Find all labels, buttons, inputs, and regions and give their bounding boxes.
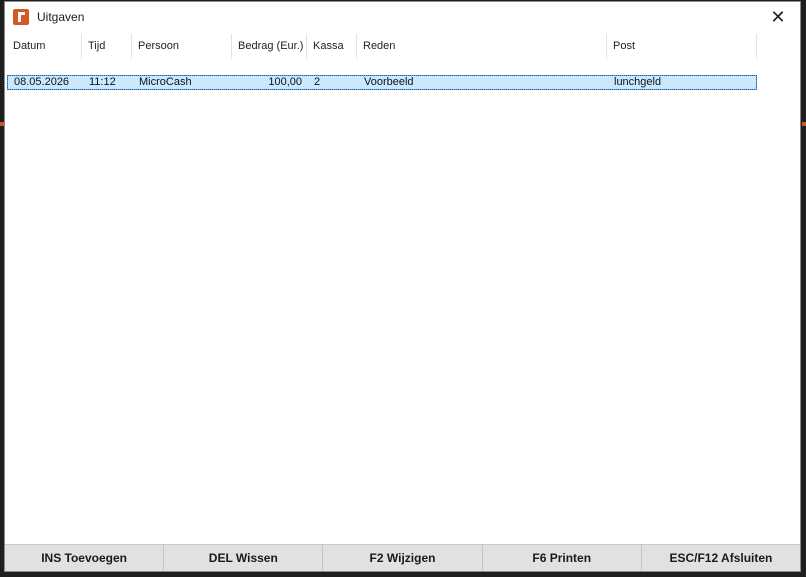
list-header: Datum Tijd Persoon Bedrag (Eur.) Kassa R…: [7, 34, 757, 59]
column-header-datum[interactable]: Datum: [7, 34, 82, 59]
delete-button[interactable]: DEL Wissen: [164, 545, 324, 571]
expenses-window: Uitgaven ✕ Datum Tijd Persoon Bedrag (Eu…: [4, 1, 801, 572]
cell-tijd: 11:12: [89, 76, 116, 88]
app-background-accent: [802, 122, 806, 126]
cell-kassa: 2: [314, 76, 321, 88]
expenses-list[interactable]: Datum Tijd Persoon Bedrag (Eur.) Kassa R…: [5, 32, 800, 545]
column-header-post[interactable]: Post: [607, 34, 757, 59]
cell-reden: Voorbeeld: [364, 76, 414, 88]
cell-datum: 08.05.2026: [14, 76, 70, 88]
close-button[interactable]: ✕: [756, 2, 800, 32]
column-header-bedrag[interactable]: Bedrag (Eur.): [232, 34, 307, 59]
cell-persoon: MicroCash: [139, 76, 192, 88]
column-header-tijd[interactable]: Tijd: [82, 34, 132, 59]
edit-button[interactable]: F2 Wijzigen: [323, 545, 483, 571]
table-row[interactable]: 08.05.2026 11:12 MicroCash 100,00 2 Voor…: [7, 75, 757, 90]
window-title: Uitgaven: [37, 10, 85, 24]
column-header-reden[interactable]: Reden: [357, 34, 607, 59]
action-bar: INS Toevoegen DEL Wissen F2 Wijzigen F6 …: [5, 544, 800, 571]
add-button[interactable]: INS Toevoegen: [5, 545, 165, 571]
column-header-kassa[interactable]: Kassa: [307, 34, 357, 59]
cell-bedrag: 100,00: [268, 76, 302, 88]
close-icon: ✕: [770, 6, 786, 27]
title-bar[interactable]: Uitgaven ✕: [5, 2, 800, 32]
close-dialog-button[interactable]: ESC/F12 Afsluiten: [642, 545, 800, 571]
print-button[interactable]: F6 Printen: [483, 545, 642, 571]
column-header-persoon[interactable]: Persoon: [132, 34, 232, 59]
cell-post: lunchgeld: [614, 76, 662, 88]
app-logo-icon: [13, 9, 29, 25]
